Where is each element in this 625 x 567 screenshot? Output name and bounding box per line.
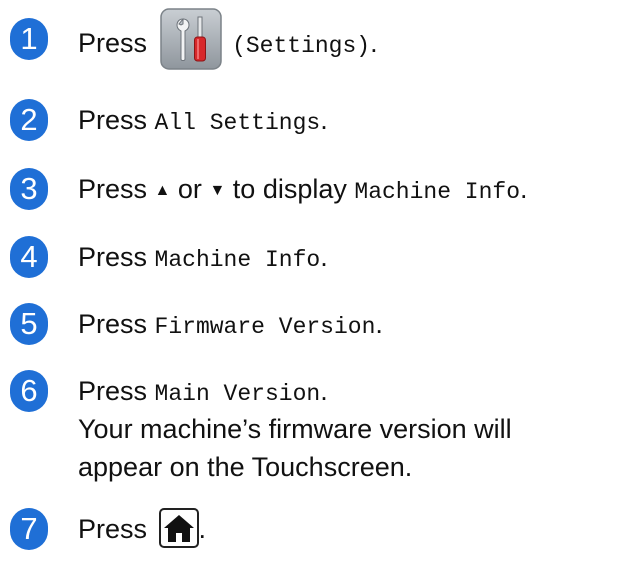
period: . [198, 514, 207, 544]
period: . [320, 242, 328, 272]
step-number-badge: 5 [10, 303, 48, 345]
or-word: or [177, 174, 202, 204]
step-description-line: appear on the Touchscreen. [78, 452, 413, 482]
up-arrow-icon: ▲ [154, 182, 171, 199]
step-number-badge: 6 [10, 370, 48, 412]
step-number-badge: 1 [10, 18, 48, 60]
step-number-badge: 7 [10, 508, 48, 550]
step-text: Press ▲ or ▼ to display Machine Info. [78, 169, 528, 212]
step-description-line: Your machine’s firmware version will [78, 414, 512, 444]
period: . [375, 309, 383, 339]
home-icon[interactable] [158, 507, 199, 548]
main-version-label: Main Version [154, 381, 321, 407]
press-word: Press [78, 376, 148, 406]
to-display-text: to display [232, 174, 347, 204]
step-number-badge: 2 [10, 99, 48, 141]
step-text: Press Firmware Version. [78, 304, 383, 347]
press-word: Press [78, 242, 148, 272]
step-text: Press All Settings. [78, 100, 328, 143]
press-word: Press [78, 174, 148, 204]
step-text: Press . [78, 507, 207, 549]
step-text: Press Main Version. [78, 371, 328, 414]
step-text: Press (Settings). [78, 8, 378, 71]
period: . [370, 28, 378, 59]
all-settings-label: All Settings [154, 110, 321, 136]
press-word: Press [78, 309, 148, 339]
machine-info-label: Machine Info [354, 179, 521, 205]
period: . [320, 105, 328, 135]
step-number-badge: 4 [10, 236, 48, 278]
press-word: Press [78, 28, 148, 59]
period: . [520, 174, 528, 204]
settings-icon[interactable] [159, 7, 223, 71]
step-number-badge: 3 [10, 168, 48, 210]
step-text: Press Machine Info. [78, 237, 328, 280]
press-word: Press [78, 514, 148, 544]
press-word: Press [78, 105, 148, 135]
machine-info-label: Machine Info [154, 247, 321, 273]
settings-label: (Settings) [232, 33, 371, 60]
down-arrow-icon: ▼ [209, 182, 226, 199]
firmware-version-label: Firmware Version [154, 314, 376, 340]
period: . [320, 376, 328, 406]
